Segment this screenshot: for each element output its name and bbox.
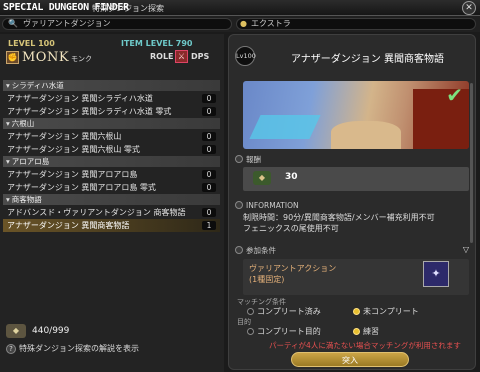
search-value: ヴァリアントダンジョン [23, 19, 111, 28]
join-button[interactable]: 突入 [291, 352, 409, 367]
help-icon: ? [6, 344, 16, 354]
option-incomplete[interactable]: 未コンプリート [353, 306, 419, 317]
role-name: DPS [191, 52, 210, 61]
collapse-icon[interactable]: ▽ [463, 245, 469, 254]
variant-action-icon: ✦ [423, 261, 449, 287]
close-button[interactable]: ✕ [462, 1, 476, 15]
help-label: 特殊ダンジョン探索の解説を表示 [19, 344, 139, 353]
radio-icon [247, 328, 254, 335]
option-practice[interactable]: 練習 [353, 326, 379, 337]
reward-section-label: 報酬 [235, 154, 261, 165]
tomestone-icon: ◆ [6, 324, 26, 338]
window-subtitle: 特殊ダンジョン探索 [92, 4, 164, 13]
reward-count: 30 [285, 172, 298, 182]
section-dot-icon [235, 155, 243, 163]
condition-section-label: 参加条件 [235, 245, 276, 256]
section-dot-icon [235, 246, 243, 254]
option-goal-complete[interactable]: コンプリート目的 [247, 326, 321, 337]
info-section-label: INFORMATION [235, 201, 299, 210]
section-dot-icon [235, 201, 243, 209]
search-icon: 🔍 [8, 19, 18, 28]
detail-scrollbar[interactable] [470, 83, 473, 243]
duty-row[interactable]: アナザーダンジョン 異聞アロアロ島 零式 0 [3, 181, 220, 194]
monk-job-icon: ✊ [6, 51, 19, 64]
duty-count: 0 [202, 183, 216, 192]
category-header[interactable]: ▾ 六根山 [3, 118, 220, 129]
duty-row[interactable]: アナザーダンジョン 異聞アロアロ島 0 [3, 168, 220, 181]
duty-count: 0 [202, 107, 216, 116]
banner-sand [331, 121, 401, 149]
duty-detail-panel: Lv100 アナザーダンジョン 異聞商客物語 ✔ 報酬 ◆ 30 INFORMA… [228, 34, 476, 370]
duty-count: 0 [202, 94, 216, 103]
close-icon: ✕ [465, 3, 473, 13]
category-header[interactable]: ▾ シラディハ水道 [3, 80, 220, 91]
magnifier-icon: ● [240, 19, 247, 28]
category-header[interactable]: ▾ 商客物語 [3, 194, 220, 205]
detail-header: Lv100 アナザーダンジョン 異聞商客物語 [229, 35, 477, 71]
duty-title: アナザーダンジョン 異聞商客物語 [291, 54, 444, 65]
duty-count: 0 [202, 145, 216, 154]
character-info: LEVEL 100 ITEM LEVEL 790 ✊ MONK モンク ROLE… [3, 38, 219, 70]
job-name: MONK [22, 50, 70, 65]
extra-label: エクストラ [251, 19, 291, 28]
category-header[interactable]: ▾ アロアロ島 [3, 156, 220, 167]
info-line: 制限時間：90分/異聞商客物語/メンバー補充利用不可 [243, 213, 435, 222]
search-input[interactable]: 🔍 ヴァリアントダンジョン [2, 18, 232, 30]
dps-role-icon: ⚔ [175, 50, 188, 63]
help-link[interactable]: ? 特殊ダンジョン探索の解説を表示 [6, 343, 139, 354]
duty-row[interactable]: アドバンスド・ヴァリアントダンジョン 商客物語 0 [3, 206, 220, 219]
search-row: 🔍 ヴァリアントダンジョン ● エクストラ [0, 16, 480, 32]
duty-row[interactable]: アナザーダンジョン 異聞シラディハ水道 0 [3, 92, 220, 105]
duty-list-panel: LEVEL 100 ITEM LEVEL 790 ✊ MONK モンク ROLE… [0, 34, 224, 372]
reward-box: ◆ 30 [243, 167, 469, 191]
radio-selected-icon [353, 328, 360, 335]
duty-count: 0 [202, 208, 216, 217]
tomestone-reward-icon: ◆ [253, 171, 271, 185]
duty-row[interactable]: アナザーダンジョン 異聞六根山 0 [3, 130, 220, 143]
collapse-arrow-icon: ▾ [6, 81, 10, 90]
duty-row-selected[interactable]: アナザーダンジョン 異聞商客物語 1 [3, 219, 220, 232]
collapse-arrow-icon: ▾ [6, 119, 10, 128]
info-text: 制限時間：90分/異聞商客物語/メンバー補充利用不可 フェニックスの尾使用不可 [243, 212, 435, 234]
job-name-jp: モンク [71, 55, 92, 63]
role-label: ROLE [150, 52, 174, 61]
radio-icon [247, 308, 254, 315]
option-complete[interactable]: コンプリート済み [247, 306, 321, 317]
completed-check-icon: ✔ [446, 83, 463, 107]
condition-box: ヴァリアントアクション (1種固定) ✦ [243, 259, 469, 295]
item-level-text: ITEM LEVEL 790 [121, 39, 193, 48]
tomestone-count: 440/999 [32, 326, 70, 336]
duty-row[interactable]: アナザーダンジョン 異聞六根山 零式 0 [3, 143, 220, 156]
duty-banner-image: ✔ [243, 81, 469, 149]
condition-name: ヴァリアントアクション (1種固定) [249, 264, 337, 284]
collapse-arrow-icon: ▾ [6, 157, 10, 166]
info-line: フェニックスの尾使用不可 [243, 224, 339, 233]
extra-filter[interactable]: ● エクストラ [236, 18, 476, 30]
title-bar: SPECIAL DUNGEON FINDER 特殊ダンジョン探索 ✕ [0, 0, 480, 16]
warning-text: パーティが4人に満たない場合マッチングが利用されます [269, 341, 461, 350]
duty-count: 0 [202, 132, 216, 141]
duty-row[interactable]: アナザーダンジョン 異聞シラディハ水道 零式 0 [3, 105, 220, 118]
collapse-arrow-icon: ▾ [6, 195, 10, 204]
duty-list: ▾ シラディハ水道 アナザーダンジョン 異聞シラディハ水道 0 アナザーダンジョン … [3, 80, 220, 232]
duty-count: 0 [202, 170, 216, 179]
level-text: LEVEL 100 [8, 39, 55, 48]
banner-pool [249, 115, 321, 139]
radio-selected-icon [353, 308, 360, 315]
duty-count: 1 [202, 221, 216, 230]
level-badge: Lv100 [235, 46, 256, 66]
